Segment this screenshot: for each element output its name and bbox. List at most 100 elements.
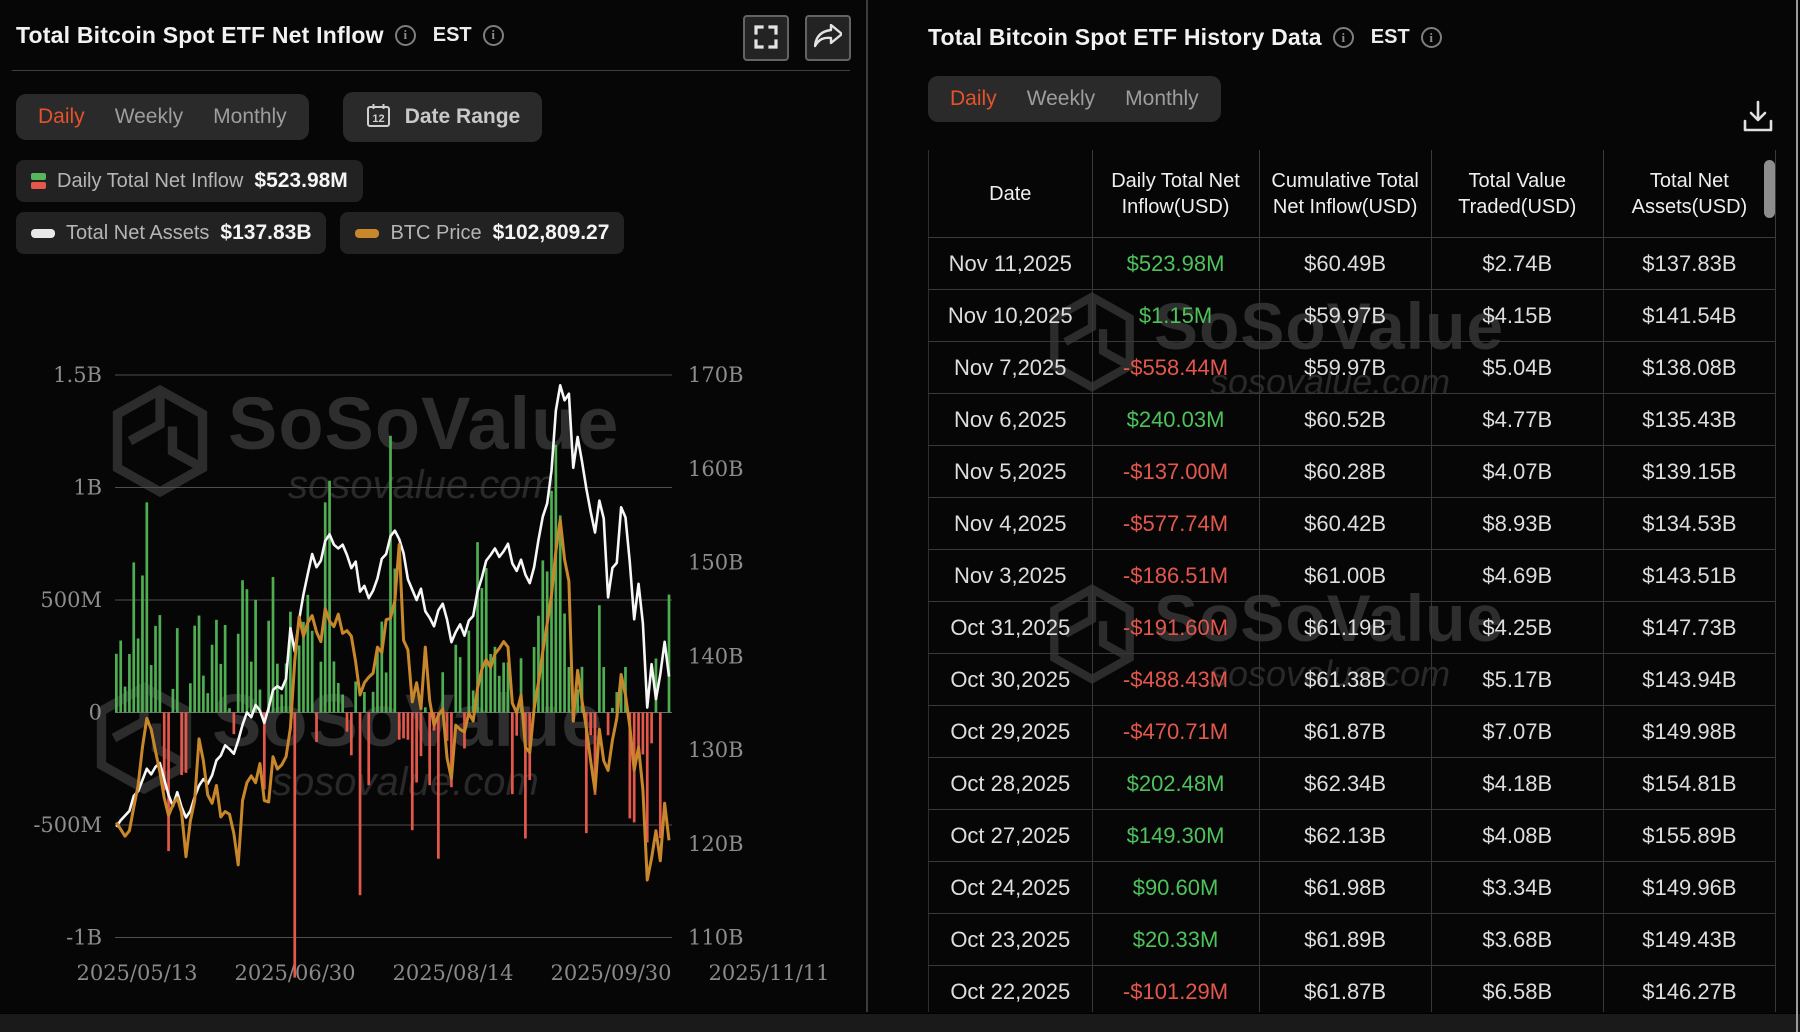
cell-net-assets: $146.27B <box>1604 966 1776 1012</box>
cell-date: Oct 31,2025 <box>928 602 1093 653</box>
fullscreen-button[interactable] <box>743 15 789 61</box>
cell-daily-inflow: $240.03M <box>1093 394 1260 445</box>
share-icon <box>813 23 844 53</box>
svg-text:2025/11/11: 2025/11/11 <box>708 961 829 985</box>
history-table: Date Daily Total Net Inflow(USD) Cumulat… <box>928 150 1776 1012</box>
table-scrollbar-thumb[interactable] <box>1764 160 1775 218</box>
svg-text:140B: 140B <box>688 644 744 668</box>
svg-text:0: 0 <box>89 701 102 725</box>
cell-net-assets: $149.96B <box>1604 862 1776 913</box>
svg-text:500M: 500M <box>40 588 102 612</box>
cell-date: Nov 6,2025 <box>928 394 1093 445</box>
cell-date: Nov 4,2025 <box>928 498 1093 549</box>
header-divider <box>12 70 850 71</box>
panel-divider <box>866 0 868 1012</box>
cell-cumulative-inflow: $61.19B <box>1260 602 1432 653</box>
legend-net-inflow[interactable]: Daily Total Net Inflow $523.98M <box>16 160 363 202</box>
net-inflow-title: Total Bitcoin Spot ETF Net Inflow <box>16 21 384 48</box>
cell-date: Oct 28,2025 <box>928 758 1093 809</box>
cell-net-assets: $137.83B <box>1604 238 1776 289</box>
legend-net-inflow-label: Daily Total Net Inflow <box>57 169 244 192</box>
cell-value-traded: $4.25B <box>1432 602 1604 653</box>
svg-text:120B: 120B <box>688 832 744 856</box>
col-header-cumulative-inflow: Cumulative Total Net Inflow(USD) <box>1260 150 1432 237</box>
calendar-icon: 12 <box>365 102 392 132</box>
history-data-panel: Total Bitcoin Spot ETF History Data i ES… <box>870 0 1800 1012</box>
svg-text:110B: 110B <box>688 926 744 950</box>
cell-value-traded: $4.15B <box>1432 290 1604 341</box>
table-row: Oct 22,2025 -$101.29M $61.87B $6.58B $146.27… <box>928 966 1776 1012</box>
table-row: Nov 7,2025 -$558.44M $59.97B $5.04B $138.08B <box>928 342 1776 394</box>
date-range-button[interactable]: 12 Date Range <box>342 92 543 142</box>
history-est-info-icon[interactable]: i <box>1420 27 1442 48</box>
cell-value-traded: $4.77B <box>1432 394 1604 445</box>
history-header: Total Bitcoin Spot ETF History Data i ES… <box>928 24 1442 51</box>
est-info-icon[interactable]: i <box>482 24 504 46</box>
legend-net-assets[interactable]: Total Net Assets $137.83B <box>16 212 327 254</box>
col-header-net-assets: Total Net Assets(USD) <box>1604 150 1776 237</box>
cell-date: Oct 22,2025 <box>928 966 1093 1012</box>
fullscreen-icon <box>754 24 778 52</box>
svg-text:2025/09/30: 2025/09/30 <box>550 961 671 985</box>
cell-net-assets: $143.51B <box>1604 550 1776 601</box>
legend-net-assets-label: Total Net Assets <box>66 221 210 244</box>
cell-value-traded: $7.07B <box>1432 706 1604 757</box>
svg-text:1.5B: 1.5B <box>53 363 102 387</box>
cell-net-assets: $141.54B <box>1604 290 1776 341</box>
cell-daily-inflow: $20.33M <box>1093 914 1260 965</box>
date-range-label: Date Range <box>404 105 521 128</box>
svg-text:130B: 130B <box>688 738 744 762</box>
download-icon <box>1740 100 1776 138</box>
bottom-strip <box>0 1013 1800 1032</box>
cell-daily-inflow: -$577.74M <box>1093 498 1260 549</box>
table-header-row: Date Daily Total Net Inflow(USD) Cumulat… <box>928 150 1776 238</box>
cell-cumulative-inflow: $60.28B <box>1260 446 1432 497</box>
cell-net-assets: $147.73B <box>1604 602 1776 653</box>
cell-cumulative-inflow: $60.42B <box>1260 498 1432 549</box>
col-header-date: Date <box>928 150 1093 237</box>
inflow-chart[interactable]: 1.5B 1B 500M 0 -500M -1B 170B 160B 150B 140B 130B 1… <box>0 290 862 1002</box>
cell-value-traded: $5.04B <box>1432 342 1604 393</box>
assets-line-icon <box>31 228 55 238</box>
tab-monthly[interactable]: Monthly <box>213 105 287 129</box>
legend-btc-price-label: BTC Price <box>390 221 482 244</box>
cell-cumulative-inflow: $61.87B <box>1260 706 1432 757</box>
cell-net-assets: $143.94B <box>1604 654 1776 705</box>
svg-text:160B: 160B <box>688 457 744 481</box>
cell-daily-inflow: -$101.29M <box>1093 966 1260 1012</box>
history-title: Total Bitcoin Spot ETF History Data <box>928 24 1322 50</box>
cell-value-traded: $8.93B <box>1432 498 1604 549</box>
inflow-bar-icon <box>31 173 46 189</box>
cell-net-assets: $149.98B <box>1604 706 1776 757</box>
history-tab-monthly[interactable]: Monthly <box>1125 87 1199 111</box>
inflow-bars <box>115 435 671 978</box>
share-button[interactable] <box>805 15 851 61</box>
history-title-info-icon[interactable]: i <box>1332 27 1354 48</box>
cell-daily-inflow: -$470.71M <box>1093 706 1260 757</box>
cell-daily-inflow: $1.15M <box>1093 290 1260 341</box>
btc-line-icon <box>355 228 380 238</box>
table-row: Oct 28,2025 $202.48M $62.34B $4.18B $154.81B <box>928 758 1776 810</box>
cell-daily-inflow: -$488.43M <box>1093 654 1260 705</box>
download-button[interactable] <box>1736 94 1780 140</box>
tab-daily[interactable]: Daily <box>38 105 85 129</box>
cell-daily-inflow: -$137.00M <box>1093 446 1260 497</box>
cell-net-assets: $154.81B <box>1604 758 1776 809</box>
col-header-value-traded: Total Value Traded(USD) <box>1432 150 1604 237</box>
cell-net-assets: $155.89B <box>1604 810 1776 861</box>
cell-daily-inflow: $523.98M <box>1093 238 1260 289</box>
svg-text:150B: 150B <box>688 551 744 575</box>
svg-text:2025/08/14: 2025/08/14 <box>392 961 513 985</box>
cell-cumulative-inflow: $60.49B <box>1260 238 1432 289</box>
page-scrollbar-track[interactable] <box>1796 0 1798 1032</box>
cell-value-traded: $5.17B <box>1432 654 1604 705</box>
history-est-label: EST <box>1370 26 1410 48</box>
legend-btc-price[interactable]: BTC Price $102,809.27 <box>340 212 625 254</box>
history-tab-weekly[interactable]: Weekly <box>1027 87 1095 111</box>
cell-date: Oct 24,2025 <box>928 862 1093 913</box>
tab-weekly[interactable]: Weekly <box>115 105 183 129</box>
history-tab-daily[interactable]: Daily <box>950 87 997 111</box>
title-info-icon[interactable]: i <box>394 24 416 46</box>
cell-daily-inflow: $149.30M <box>1093 810 1260 861</box>
cell-daily-inflow: $90.60M <box>1093 862 1260 913</box>
